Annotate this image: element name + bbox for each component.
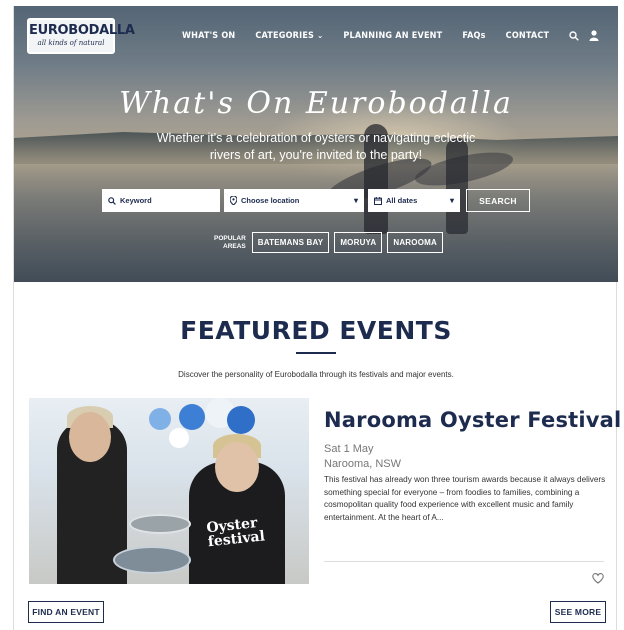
nav-whats-on[interactable]: WHAT'S ON: [182, 31, 235, 41]
main-nav: WHAT'S ON CATEGORIES ⌄ PLANNING AN EVENT …: [182, 30, 609, 41]
hero-title: What's On Eurobodalla: [119, 86, 513, 121]
nav-label: CATEGORIES: [255, 30, 315, 41]
nav-categories[interactable]: CATEGORIES ⌄: [255, 31, 323, 41]
location-select[interactable]: Choose location ▾: [224, 189, 364, 212]
logo-name: EUROBODALLA: [29, 23, 135, 38]
divider: [324, 561, 604, 562]
hero-subtitle: Whether it's a celebration of oysters or…: [156, 131, 476, 162]
oyster-platter: [113, 546, 191, 574]
caret-down-icon: ▾: [449, 196, 454, 205]
area-narooma[interactable]: NAROOMA: [387, 232, 443, 253]
person-face: [215, 442, 259, 492]
title-underline: [296, 352, 336, 354]
keyword-placeholder: Keyword: [120, 196, 152, 205]
nav-label: FAQs: [462, 30, 486, 41]
balloon: [169, 428, 189, 448]
location-value: Choose location: [241, 196, 300, 205]
area-moruya[interactable]: MORUYA: [334, 232, 383, 253]
popular-label-line1: POPULAR: [214, 234, 246, 242]
nav-label: PLANNING AN EVENT: [343, 30, 443, 41]
event-location: Narooma, NSW: [324, 458, 402, 470]
search-icon: [108, 196, 116, 205]
chevron-down-icon: ⌄: [317, 31, 324, 40]
featured-events-title: FEATURED EVENTS: [180, 316, 452, 345]
search-icon[interactable]: [569, 30, 580, 41]
hero-banner: EUROBODALLA all kinds of natural WHAT'S …: [14, 6, 618, 282]
nav-contact[interactable]: CONTACT: [506, 31, 550, 41]
event-photo[interactable]: Oyster festival: [29, 398, 309, 584]
nav-label: CONTACT: [505, 30, 550, 41]
caret-down-icon: ▾: [353, 196, 358, 205]
dates-value: All dates: [386, 196, 418, 205]
balloon: [179, 404, 205, 430]
oyster-platter: [129, 514, 191, 534]
keyword-input[interactable]: Keyword: [102, 189, 220, 212]
nav-label: WHAT'S ON: [182, 30, 236, 41]
popular-areas-label: POPULAR AREAS: [214, 235, 246, 251]
calendar-icon: [374, 196, 382, 205]
nav-faqs[interactable]: FAQs: [462, 31, 485, 41]
popular-areas: POPULAR AREAS BATEMANS BAY MORUYA NAROOM…: [214, 232, 448, 253]
nav-planning-an-event[interactable]: PLANNING AN EVENT: [343, 31, 442, 41]
event-date: Sat 1 May: [324, 443, 374, 455]
event-title[interactable]: Narooma Oyster Festival: [324, 408, 621, 432]
search-button[interactable]: SEARCH: [466, 189, 530, 212]
logo-tagline: all kinds of natural: [37, 39, 105, 47]
page-frame: EUROBODALLA all kinds of natural WHAT'S …: [13, 6, 621, 630]
user-icon[interactable]: [589, 30, 599, 41]
person-face: [69, 412, 111, 462]
find-an-event-button[interactable]: FIND AN EVENT: [28, 601, 104, 623]
heart-icon[interactable]: [592, 571, 604, 589]
event-search-bar: Keyword Choose location ▾ All dates ▾ SE…: [102, 189, 530, 212]
see-more-button[interactable]: SEE MORE: [550, 601, 606, 623]
site-logo[interactable]: EUROBODALLA all kinds of natural: [27, 18, 135, 54]
balloon: [227, 406, 255, 434]
event-description: This festival has already won three tour…: [324, 475, 606, 522]
popular-label-line2: AREAS: [223, 242, 246, 250]
map-pin-icon: [230, 196, 237, 205]
featured-description: Discover the personality of Eurobodalla …: [178, 370, 454, 379]
area-batemans-bay[interactable]: BATEMANS BAY: [251, 232, 330, 253]
dates-select[interactable]: All dates ▾: [368, 189, 460, 212]
balloon: [149, 408, 171, 430]
